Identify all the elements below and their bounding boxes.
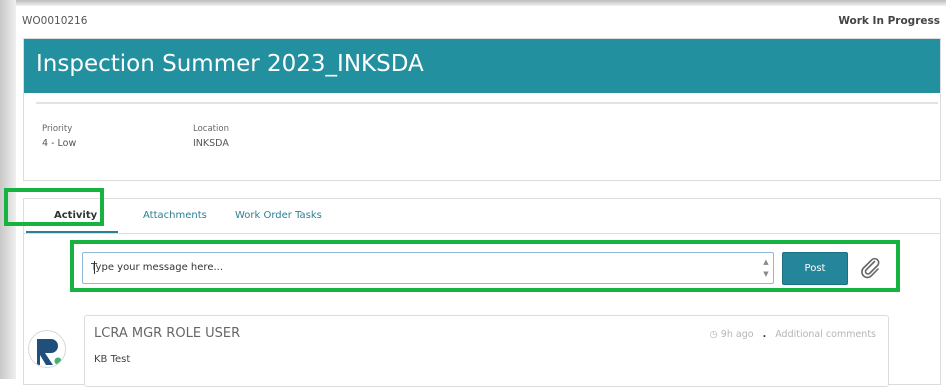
activity-entry: LCRA MGR ROLE USER ◷ 9h ago . Additional… xyxy=(84,315,889,387)
active-tab-indicator xyxy=(26,231,118,233)
card-header: Inspection Summer 2023_INKSDA xyxy=(24,39,940,93)
avatar xyxy=(28,330,66,368)
company-logo-icon xyxy=(37,339,63,366)
tab-attachments[interactable]: Attachments xyxy=(143,210,207,221)
comment-type: Additional comments xyxy=(775,329,876,340)
priority-field: Priority 4 - Low xyxy=(42,124,76,149)
location-label: Location xyxy=(193,124,229,134)
comment-meta: ◷ 9h ago . Additional comments xyxy=(709,329,876,340)
priority-label: Priority xyxy=(42,124,73,134)
tab-work-order-tasks[interactable]: Work Order Tasks xyxy=(235,210,322,221)
work-order-status: Work In Progress xyxy=(838,15,940,27)
comment-time: 9h ago xyxy=(720,329,754,340)
activity-tab-highlight xyxy=(4,188,104,226)
work-order-number: WO0010216 xyxy=(22,15,88,27)
separator-dot: . xyxy=(762,329,767,340)
priority-value: 4 - Low xyxy=(42,138,77,149)
location-field: Location INKSDA xyxy=(193,124,229,149)
work-order-title: Inspection Summer 2023_INKSDA xyxy=(36,51,424,77)
location-value: INKSDA xyxy=(193,138,229,149)
composer-highlight xyxy=(70,240,900,292)
work-order-summary-card: Inspection Summer 2023_INKSDA Priority 4… xyxy=(23,38,941,181)
tab-bar: Activity Attachments Work Order Tasks xyxy=(24,199,940,234)
divider xyxy=(36,102,938,104)
comment-author: LCRA MGR ROLE USER xyxy=(94,326,241,341)
comment-body: KB Test xyxy=(94,354,131,365)
clock-icon: ◷ xyxy=(709,329,718,340)
